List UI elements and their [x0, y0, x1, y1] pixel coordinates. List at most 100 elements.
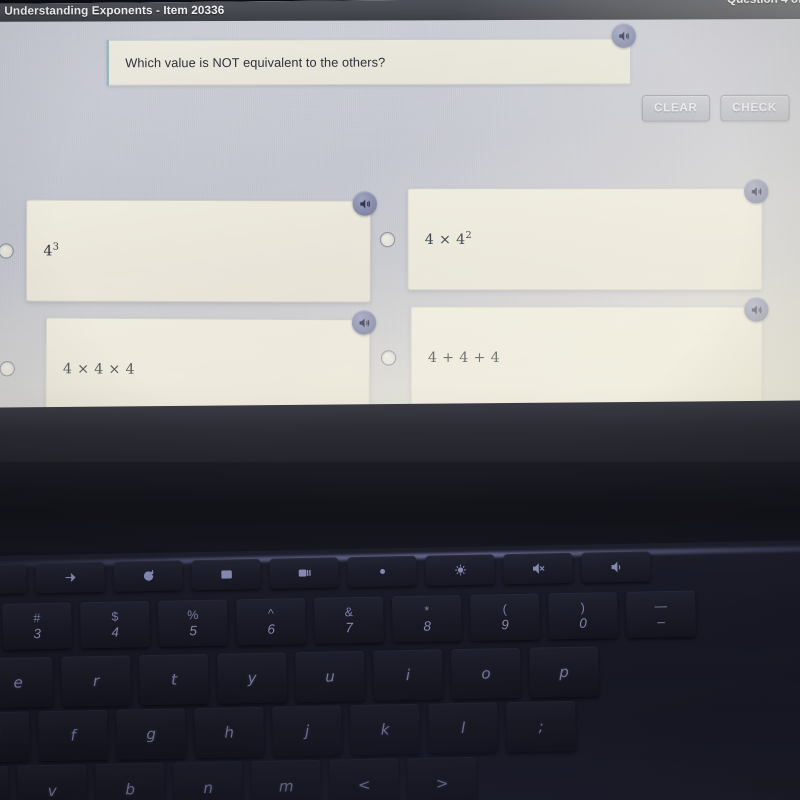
key-9[interactable]: (9	[470, 593, 540, 641]
key-primary-legend: u	[325, 666, 335, 686]
question-counter: Question 4 of	[727, 0, 800, 6]
key-c[interactable]: c	[0, 765, 10, 800]
key-v[interactable]: v	[17, 764, 88, 800]
forward-key[interactable]	[35, 561, 105, 594]
radio-button-d[interactable]	[380, 349, 397, 366]
key-primary-legend: 5	[189, 622, 198, 638]
key-primary-legend: t	[170, 669, 178, 689]
mute-key[interactable]	[503, 552, 573, 585]
key-l[interactable]: l	[428, 702, 499, 754]
key-5[interactable]: % 5	[158, 599, 228, 647]
key-d[interactable]: d	[0, 711, 31, 763]
key-4[interactable]: $4	[80, 600, 150, 649]
reload-key[interactable]	[113, 560, 183, 592]
key-primary-legend: r	[92, 671, 100, 690]
key-shift-legend: %	[187, 608, 199, 623]
speaker-icon[interactable]	[611, 23, 637, 48]
key-k[interactable]: k	[350, 703, 421, 756]
answer-expression-a: 43	[43, 242, 59, 260]
key-u[interactable]: u	[295, 650, 366, 703]
key-shift-legend: ^	[267, 606, 274, 621]
keyboard-function-row	[0, 551, 651, 595]
key-o[interactable]: o	[451, 647, 522, 700]
key-primary-legend: o	[481, 663, 491, 683]
speaker-icon[interactable]	[744, 297, 769, 322]
key-primary-legend: 6	[267, 621, 276, 637]
key-i[interactable]: i	[373, 649, 444, 701]
key-<[interactable]: <	[329, 758, 400, 800]
clear-button[interactable]: CLEAR	[641, 94, 710, 122]
key-primary-legend: g	[146, 724, 157, 743]
key-shift-legend: (	[502, 602, 508, 617]
keyboard-number-row: @2#3$4%5^6&7*8(9)0—–	[0, 590, 696, 652]
key-8[interactable]: * 8	[392, 595, 462, 643]
key->[interactable]: >	[407, 756, 478, 800]
question-prompt: Which value is NOT equivalent to the oth…	[106, 38, 631, 86]
answer-option-b[interactable]: 4 × 42	[379, 178, 769, 291]
volume-down-key[interactable]	[581, 551, 651, 583]
key-0[interactable]: ) 0	[548, 592, 618, 640]
key-j[interactable]: j	[272, 705, 343, 757]
speaker-icon[interactable]	[351, 310, 377, 335]
keyboard-home-row: sdfghjkl;	[0, 700, 577, 764]
radio-button-b[interactable]	[379, 231, 396, 247]
key-b[interactable]: b	[95, 762, 166, 800]
key-;[interactable]: ;	[506, 700, 577, 753]
brightness-up-key[interactable]	[425, 554, 495, 586]
app-title-bar: Understanding Exponents - Item 20336 Que…	[0, 0, 800, 22]
key-n[interactable]: n	[173, 761, 244, 800]
answer-card-a[interactable]: 43	[25, 191, 378, 303]
key-primary-legend: v	[47, 781, 57, 800]
fullscreen-key[interactable]	[191, 558, 261, 591]
brightness-down-key[interactable]	[347, 555, 417, 588]
key-primary-legend: >	[435, 773, 449, 793]
key-primary-legend: n	[203, 778, 214, 797]
key-primary-legend: b	[125, 779, 136, 798]
key-7[interactable]: & 7	[314, 596, 384, 644]
answer-option-d[interactable]: 4 + 4 + 4	[380, 297, 769, 409]
laptop-screen: Understanding Exponents - Item 20336 Que…	[0, 0, 800, 425]
key-shift-legend: #	[33, 611, 41, 626]
key-y[interactable]: y	[217, 652, 288, 704]
key-h[interactable]: h	[194, 706, 265, 759]
key-primary-legend: k	[380, 719, 390, 739]
question-text: Which value is NOT equivalent to the oth…	[125, 54, 386, 70]
key-r[interactable]: r	[61, 655, 132, 707]
key-primary-legend: j	[304, 721, 310, 740]
key-6[interactable]: ^ 6	[236, 597, 306, 646]
key-g[interactable]: g	[116, 708, 187, 760]
check-button[interactable]: CHECK	[719, 94, 790, 122]
key-primary-legend: <	[357, 775, 371, 794]
laptop-keyboard: @2#3$4%5^6&7*8(9)0—– wertyuiop sdfghjkl;…	[0, 539, 800, 800]
answer-option-a[interactable]: 43	[0, 191, 378, 303]
key-m[interactable]: m	[251, 759, 322, 800]
speaker-icon[interactable]	[744, 178, 769, 204]
keyboard-bottom-letter-row: xcvbnm<>	[0, 756, 478, 800]
answer-expression-d-base: 4 + 4 + 4	[427, 350, 501, 367]
chromebook-photo: Understanding Exponents - Item 20336 Que…	[0, 0, 800, 800]
key-shift-legend: —	[654, 599, 668, 614]
back-key[interactable]	[0, 563, 27, 595]
key-shift-legend: )	[580, 600, 586, 615]
speaker-icon[interactable]	[352, 191, 378, 216]
radio-button-a[interactable]	[0, 242, 14, 259]
overview-key[interactable]	[269, 557, 339, 589]
radio-button-c[interactable]	[0, 360, 15, 376]
key-primary-legend: ;	[538, 716, 544, 736]
key-–[interactable]: — –	[626, 590, 696, 638]
key-f[interactable]: f	[38, 709, 109, 762]
key-primary-legend: p	[559, 662, 569, 681]
answer-expression-c-base: 4 × 4 × 4	[62, 361, 136, 378]
key-e[interactable]: e	[0, 656, 54, 709]
action-button-group: CLEAR CHECK	[641, 94, 790, 122]
key-p[interactable]: p	[529, 646, 600, 698]
key-primary-legend: f	[70, 725, 76, 745]
answer-card-b[interactable]: 4 × 42	[407, 178, 769, 291]
key-3[interactable]: #3	[2, 602, 72, 650]
key-t[interactable]: t	[139, 653, 210, 706]
answer-card-d[interactable]: 4 + 4 + 4	[410, 297, 769, 409]
key-primary-legend: i	[405, 665, 411, 684]
key-primary-legend: 7	[345, 619, 354, 635]
key-shift-legend: *	[424, 603, 430, 618]
answer-expression-a-base: 4	[43, 243, 53, 260]
